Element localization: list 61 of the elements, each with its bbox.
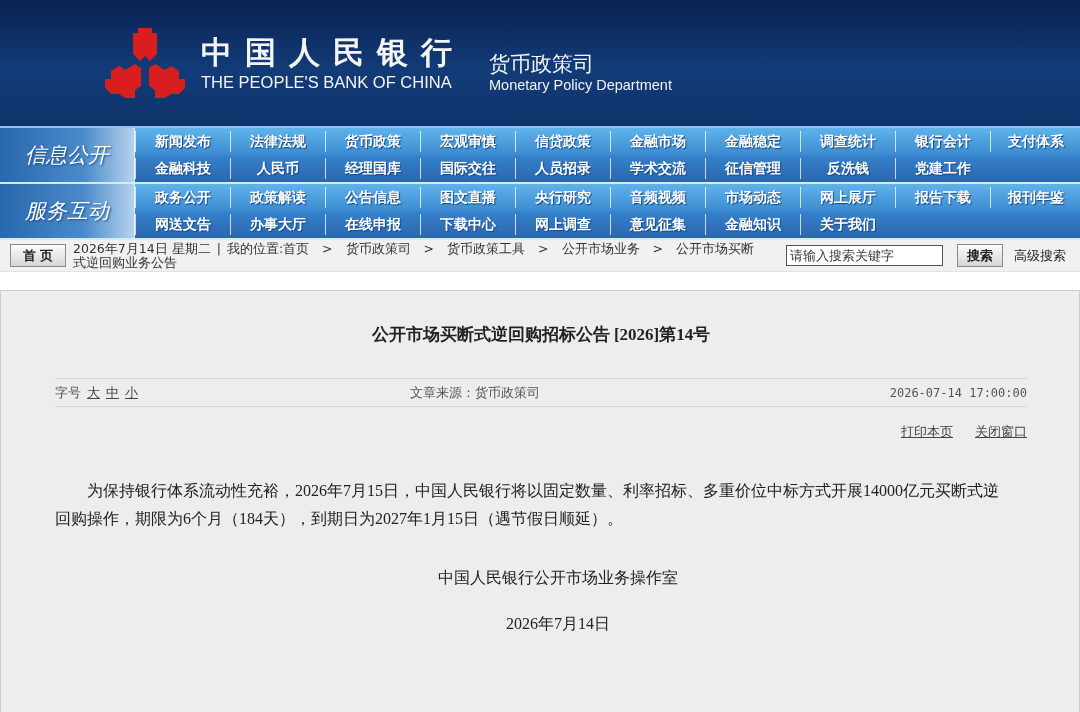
- page-action-link[interactable]: 打印本页: [901, 423, 953, 441]
- nav-link[interactable]: 货币政策: [325, 131, 420, 152]
- text-size-link[interactable]: 中: [106, 383, 119, 402]
- nav-link[interactable]: 意见征集: [610, 214, 705, 235]
- nav-link[interactable]: 图文直播: [420, 187, 515, 208]
- page-action-link[interactable]: 关闭窗口: [975, 423, 1027, 441]
- nav-link[interactable]: 宏观审慎: [420, 131, 515, 152]
- nav-link[interactable]: 在线申报: [325, 214, 420, 235]
- nav-link[interactable]: 公告信息: [325, 187, 420, 208]
- nav-link[interactable]: 人民币: [230, 158, 325, 179]
- signature-text: 中国人民银行公开市场业务操作室: [437, 568, 679, 588]
- nav-link[interactable]: 党建工作: [895, 158, 990, 179]
- article-source: 文章来源：货币政策司: [410, 383, 540, 402]
- signature-date: 2026年7月14日: [505, 614, 611, 634]
- search-button[interactable]: 搜索: [957, 244, 1003, 267]
- nav-link[interactable]: 政务公开: [135, 187, 230, 208]
- nav-link[interactable]: 金融知识: [705, 214, 800, 235]
- text-size-link[interactable]: 小: [125, 383, 138, 402]
- nav-link[interactable]: 关于我们: [800, 214, 895, 235]
- body-paragraph: 为保持银行体系流动性充裕，2026年7月15日，中国人民银行将以固定数量、利率招标、多重价位中标方式开展14000亿元买断式逆回购操作，期限为6个月（184天），到期日为2027年1月15日（遇节假日顺延）。: [55, 481, 1000, 529]
- nav-link[interactable]: 办事大厅: [230, 214, 325, 235]
- nav-link[interactable]: 反洗钱: [800, 158, 895, 179]
- emblem-icon: [105, 28, 185, 98]
- nav-link[interactable]: 金融科技: [135, 158, 230, 179]
- nav-link[interactable]: 征信管理: [705, 158, 800, 179]
- nav-section-title: 服务互动: [25, 198, 109, 224]
- nav-link[interactable]: 音频视频: [610, 187, 705, 208]
- home-button[interactable]: 首 页: [10, 244, 66, 267]
- bank-name: 中国人民银行: [201, 34, 465, 71]
- nav-link[interactable]: 报告下载: [895, 187, 990, 208]
- nav-link[interactable]: 国际交往: [420, 158, 515, 179]
- nav-section-title: 信息公开: [25, 142, 109, 168]
- nav-link[interactable]: 信贷政策: [515, 131, 610, 152]
- nav-link[interactable]: 下载中心: [420, 214, 515, 235]
- nav-link[interactable]: 学术交流: [610, 158, 705, 179]
- nav-link[interactable]: 调查统计: [800, 131, 895, 152]
- advanced-search-link[interactable]: 高级搜索: [1014, 246, 1066, 265]
- nav-link[interactable]: 新闻发布: [135, 131, 230, 152]
- nav-link[interactable]: 银行会计: [895, 131, 990, 152]
- department-name-english: Monetary Policy Department: [489, 77, 672, 93]
- nav-link[interactable]: 央行研究: [515, 187, 610, 208]
- nav-link[interactable]: 网上展厅: [800, 187, 895, 208]
- nav-link[interactable]: 支付体系: [990, 131, 1080, 152]
- breadcrumb-trail: 2026年7月14日 星期二 | 我的位置:首页 > 货币政策司 > 货币政策工具 > 公开市场业务 > 公开市场买断式逆回购业务公告: [73, 241, 756, 270]
- article-title: 公开市场买断式逆回购招标公告 [2026]第14号: [370, 324, 712, 346]
- nav-link[interactable]: 市场动态: [705, 187, 800, 208]
- department-name: 货币政策司: [489, 52, 595, 77]
- nav-link[interactable]: 人员招录: [515, 158, 610, 179]
- nav-link[interactable]: 网送文告: [135, 214, 230, 235]
- nav-link[interactable]: 报刊年鉴: [990, 187, 1080, 208]
- nav-link[interactable]: 金融市场: [610, 131, 705, 152]
- text-size-label: 字号: [55, 383, 81, 402]
- nav-link[interactable]: 政策解读: [230, 187, 325, 208]
- nav-link[interactable]: 经理国库: [325, 158, 420, 179]
- search-field[interactable]: 请输入搜索关键字: [786, 245, 943, 266]
- bank-name-english: THE PEOPLE'S BANK OF CHINA: [201, 72, 453, 92]
- nav-link[interactable]: 法律法规: [230, 131, 325, 152]
- publish-time: 2026-07-14 17:00:00: [889, 385, 1027, 400]
- nav-link[interactable]: 网上调查: [515, 214, 610, 235]
- text-size-link[interactable]: 大: [87, 383, 100, 402]
- nav-link[interactable]: 金融稳定: [705, 131, 800, 152]
